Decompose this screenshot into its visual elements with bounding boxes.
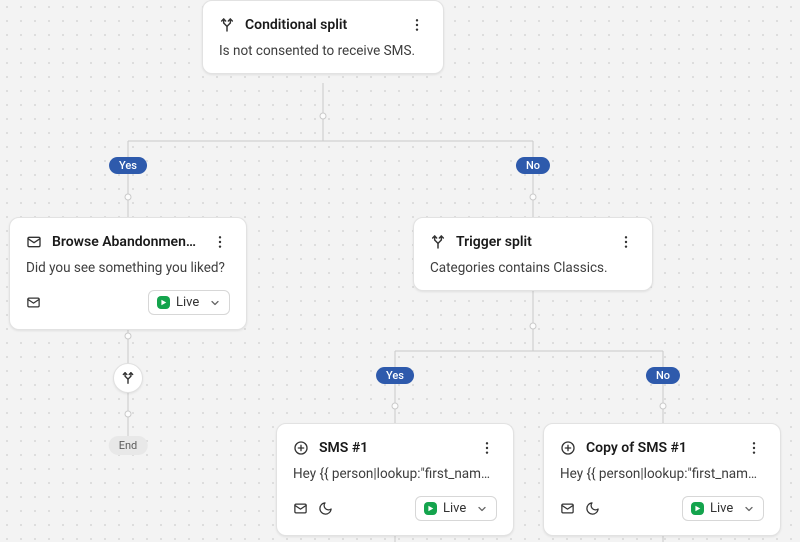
card-more-button[interactable] <box>210 232 230 252</box>
status-selector[interactable]: Live <box>415 496 497 521</box>
card-description: Hey {{ person|lookup:"first_name"|defaul… <box>560 466 764 482</box>
flow-canvas[interactable]: Yes No Yes No End Conditional split Is n… <box>0 0 800 542</box>
status-selector[interactable]: Live <box>682 496 764 521</box>
node-trigger-split[interactable]: Trigger split Categories contains Classi… <box>413 217 653 291</box>
connector-node <box>125 411 132 418</box>
quiet-hours-icon <box>318 501 333 516</box>
card-more-button[interactable] <box>477 438 497 458</box>
split-icon <box>219 17 235 33</box>
branch-pill-no: No <box>516 157 550 174</box>
connector <box>128 141 533 142</box>
mail-icon <box>293 501 308 516</box>
mail-icon <box>26 295 41 310</box>
more-vertical-icon <box>212 234 228 250</box>
card-more-button[interactable] <box>407 15 427 35</box>
card-description: Hey {{ person|lookup:"first_name"|defaul… <box>293 466 497 482</box>
card-title: Conditional split <box>245 17 397 33</box>
connector <box>533 141 534 217</box>
quiet-hours-icon <box>585 501 600 516</box>
card-title: SMS #1 <box>319 440 467 456</box>
chevron-down-icon <box>743 503 755 515</box>
connector <box>395 351 396 423</box>
status-label: Live <box>443 501 466 516</box>
node-email[interactable]: Browse Abandonment: Email... Did you see… <box>9 217 247 330</box>
more-vertical-icon <box>618 234 634 250</box>
sms-icon <box>293 440 309 456</box>
split-node[interactable] <box>113 363 143 393</box>
connector-node <box>530 194 537 201</box>
branch-pill-yes: Yes <box>376 367 414 384</box>
status-selector[interactable]: Live <box>148 290 230 315</box>
split-icon <box>121 371 135 385</box>
node-sms-2[interactable]: Copy of SMS #1 Hey {{ person|lookup:"fir… <box>543 423 781 536</box>
connector-node <box>125 333 132 340</box>
connector <box>663 351 664 423</box>
card-title: Browse Abandonment: Email... <box>52 234 200 250</box>
connector-node <box>660 403 667 410</box>
node-sms-1[interactable]: SMS #1 Hey {{ person|lookup:"first_name"… <box>276 423 514 536</box>
play-icon <box>424 502 437 515</box>
node-conditional-split[interactable]: Conditional split Is not consented to re… <box>202 0 444 74</box>
card-more-button[interactable] <box>744 438 764 458</box>
play-icon <box>157 296 170 309</box>
connector <box>128 141 129 217</box>
connector-node <box>320 113 327 120</box>
status-label: Live <box>176 295 199 310</box>
end-pill: End <box>109 436 148 455</box>
connector-node <box>392 403 399 410</box>
split-icon <box>430 234 446 250</box>
connector-node <box>125 194 132 201</box>
play-icon <box>691 502 704 515</box>
card-description: Did you see something you liked? <box>26 260 230 276</box>
branch-pill-yes: Yes <box>109 157 147 174</box>
connector-node <box>530 323 537 330</box>
status-label: Live <box>710 501 733 516</box>
card-title: Trigger split <box>456 234 606 250</box>
more-vertical-icon <box>479 440 495 456</box>
card-description: Is not consented to receive SMS. <box>219 43 427 59</box>
more-vertical-icon <box>409 17 425 33</box>
branch-pill-no: No <box>646 367 680 384</box>
connector <box>395 351 663 352</box>
sms-icon <box>560 440 576 456</box>
mail-icon <box>26 234 42 250</box>
more-vertical-icon <box>746 440 762 456</box>
connector <box>533 285 534 351</box>
chevron-down-icon <box>209 297 221 309</box>
card-description: Categories contains Classics. <box>430 260 636 276</box>
card-title: Copy of SMS #1 <box>586 440 734 456</box>
chevron-down-icon <box>476 503 488 515</box>
mail-icon <box>560 501 575 516</box>
card-more-button[interactable] <box>616 232 636 252</box>
